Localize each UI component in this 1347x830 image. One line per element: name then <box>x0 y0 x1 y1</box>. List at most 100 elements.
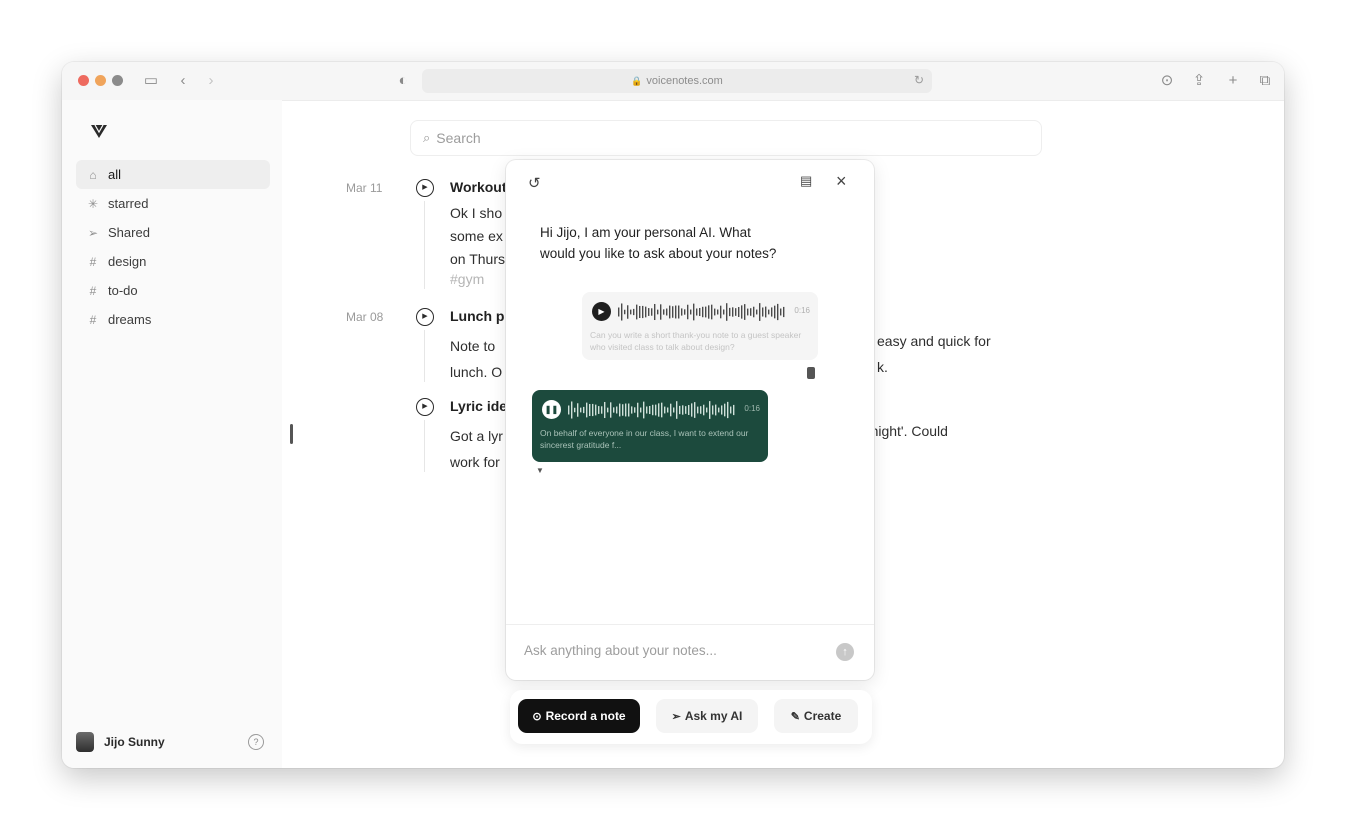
note-line-text: lunch. O <box>450 364 503 380</box>
message-duration: 0:16 <box>744 404 760 413</box>
note-divider <box>424 420 425 472</box>
sidebar-item-label: dreams <box>108 312 152 327</box>
note-body: Ok I sho some ex on Thurs <box>450 202 505 271</box>
sidebar-item-design[interactable]: # design <box>76 247 270 276</box>
inbox-icon: ⌂ <box>89 167 97 182</box>
sidebar-item-shared[interactable]: ➢ Shared <box>76 218 270 247</box>
note-line-text: Note to <box>450 338 496 354</box>
new-chat-icon[interactable]: ▤ <box>800 173 812 189</box>
ai-chat-panel: ↺ ▤ × Hi Jijo, I am your personal AI. Wh… <box>506 160 874 680</box>
play-icon[interactable]: ▶ <box>416 398 434 416</box>
waveform-icon <box>618 303 785 321</box>
note-line-text: on Thurs <box>450 251 505 267</box>
sidebar-item-label: starred <box>108 196 149 211</box>
play-icon[interactable]: ▶ <box>416 308 434 326</box>
avatar <box>76 732 94 752</box>
note-date: Mar 08 <box>346 310 384 324</box>
sidebar-item-label: to-do <box>108 283 138 298</box>
hash-icon: # <box>89 283 97 298</box>
send-icon: ➢ <box>87 225 99 240</box>
play-icon[interactable]: ▶ <box>592 302 611 321</box>
sidebar-item-all[interactable]: ⌂ all <box>76 160 270 189</box>
search-input[interactable]: ⌕ Search <box>410 120 1042 156</box>
new-tab-icon[interactable]: + <box>1224 72 1242 90</box>
search-placeholder: Search <box>436 130 481 146</box>
share-icon[interactable]: ⇪ <box>1190 72 1208 90</box>
ai-greeting: Hi Jijo, I am your personal AI. What wou… <box>540 225 777 261</box>
note-body: Note to lunch. O <box>450 333 502 385</box>
sidebar-nav: ⌂ all ✳ starred ➢ Shared # design # to-d… <box>76 160 270 334</box>
sidebar-item-label: design <box>108 254 147 269</box>
note-line-text: Ok I sho <box>450 205 503 221</box>
sidebar-item-label: Shared <box>108 225 150 240</box>
url-text: voicenotes.com <box>646 75 723 87</box>
note-line-text: k. <box>877 359 888 375</box>
privacy-shield-icon[interactable]: ◐ <box>394 72 412 90</box>
pause-icon[interactable]: ❚❚ <box>542 400 561 419</box>
sidebar: ⌂ all ✳ starred ➢ Shared # design # to-d… <box>62 100 282 768</box>
browser-toolbar: ▭ ‹ › ◐ 🔒 voicenotes.com ↻ ⊙ ⇪ + ⧉ <box>62 62 1284 101</box>
sidebar-item-label: all <box>108 167 122 182</box>
tabs-overview-icon[interactable]: ⧉ <box>1256 72 1274 90</box>
sidebar-item-starred[interactable]: ✳ starred <box>76 189 270 218</box>
minimize-window-dot[interactable] <box>95 75 106 86</box>
avatar <box>807 367 815 379</box>
ask-input[interactable]: Ask anything about your notes... <box>524 643 717 658</box>
history-icon[interactable]: ↺ <box>528 174 541 192</box>
ask-input-row: Ask anything about your notes... ↑ <box>506 624 874 680</box>
user-voice-message[interactable]: ▶ 0:16 Can you write a short thank-you n… <box>582 292 818 360</box>
ask-my-ai-button[interactable]: ➢ Ask my AI <box>656 699 758 733</box>
user-profile[interactable]: Jijo Sunny <box>76 732 165 752</box>
note-line-text: easy and quick for <box>877 333 991 349</box>
waveform-icon <box>568 401 735 419</box>
send-icon[interactable]: ↑ <box>836 643 854 661</box>
voicenotes-logo-icon[interactable] <box>90 122 108 140</box>
forward-icon[interactable]: › <box>202 72 220 90</box>
download-icon[interactable]: ⊙ <box>1158 72 1176 90</box>
sidebar-resize-handle[interactable] <box>290 424 293 444</box>
address-bar[interactable]: 🔒 voicenotes.com ↻ <box>422 69 932 93</box>
sidebar-toggle-icon[interactable]: ▭ <box>142 72 160 90</box>
zoom-window-dot[interactable] <box>112 75 123 86</box>
action-bar: ⊙ Record a note ➢ Ask my AI ✎ Create <box>510 690 872 744</box>
play-icon[interactable]: ▶ <box>416 179 434 197</box>
note-divider <box>424 330 425 382</box>
back-icon[interactable]: ‹ <box>174 72 192 90</box>
note-line-text: Got a lyr <box>450 428 503 444</box>
reload-icon[interactable]: ↻ <box>914 73 924 87</box>
message-transcript: Can you write a short thank-you note to … <box>590 330 802 352</box>
create-button[interactable]: ✎ Create <box>774 699 858 733</box>
sidebar-item-dreams[interactable]: # dreams <box>76 305 270 334</box>
browser-window: ▭ ‹ › ◐ 🔒 voicenotes.com ↻ ⊙ ⇪ + ⧉ ⌂ all… <box>62 62 1284 768</box>
note-divider <box>424 201 425 289</box>
note-tag[interactable]: #gym <box>450 271 484 287</box>
message-duration: 0:16 <box>794 306 810 315</box>
note-title: Lyric ide <box>450 398 508 414</box>
chevron-down-icon[interactable]: ▼ <box>536 466 544 475</box>
close-icon[interactable]: × <box>836 171 847 192</box>
search-icon: ⌕ <box>423 130 431 145</box>
help-icon[interactable]: ? <box>248 734 264 750</box>
ai-voice-message[interactable]: ❚❚ 0:16 On behalf of everyone in our cla… <box>532 390 768 462</box>
record-note-label: Record a note <box>545 709 626 723</box>
sidebar-item-to-do[interactable]: # to-do <box>76 276 270 305</box>
hash-icon: # <box>89 254 97 269</box>
record-note-button[interactable]: ⊙ Record a note <box>518 699 640 733</box>
create-label: Create <box>803 709 842 723</box>
note-date: Mar 11 <box>346 181 383 195</box>
note-title: Lunch p <box>450 308 505 324</box>
message-transcript: On behalf of everyone in our class, I wa… <box>540 428 749 450</box>
send-icon: ➢ <box>671 710 681 723</box>
ask-my-ai-label: Ask my AI <box>684 709 743 723</box>
note-title: Workout <box>450 179 507 195</box>
note-body: Got a lyr work for <box>450 423 503 475</box>
hash-icon: # <box>89 312 97 327</box>
user-name: Jijo Sunny <box>104 735 165 749</box>
close-window-dot[interactable] <box>78 75 89 86</box>
note-line-text: some ex <box>450 228 503 244</box>
star-icon: ✳ <box>87 196 99 211</box>
lock-icon: 🔒 <box>631 75 643 86</box>
edit-icon: ✎ <box>790 710 800 723</box>
note-line-text: work for <box>450 454 500 470</box>
record-icon: ⊙ <box>532 710 542 723</box>
